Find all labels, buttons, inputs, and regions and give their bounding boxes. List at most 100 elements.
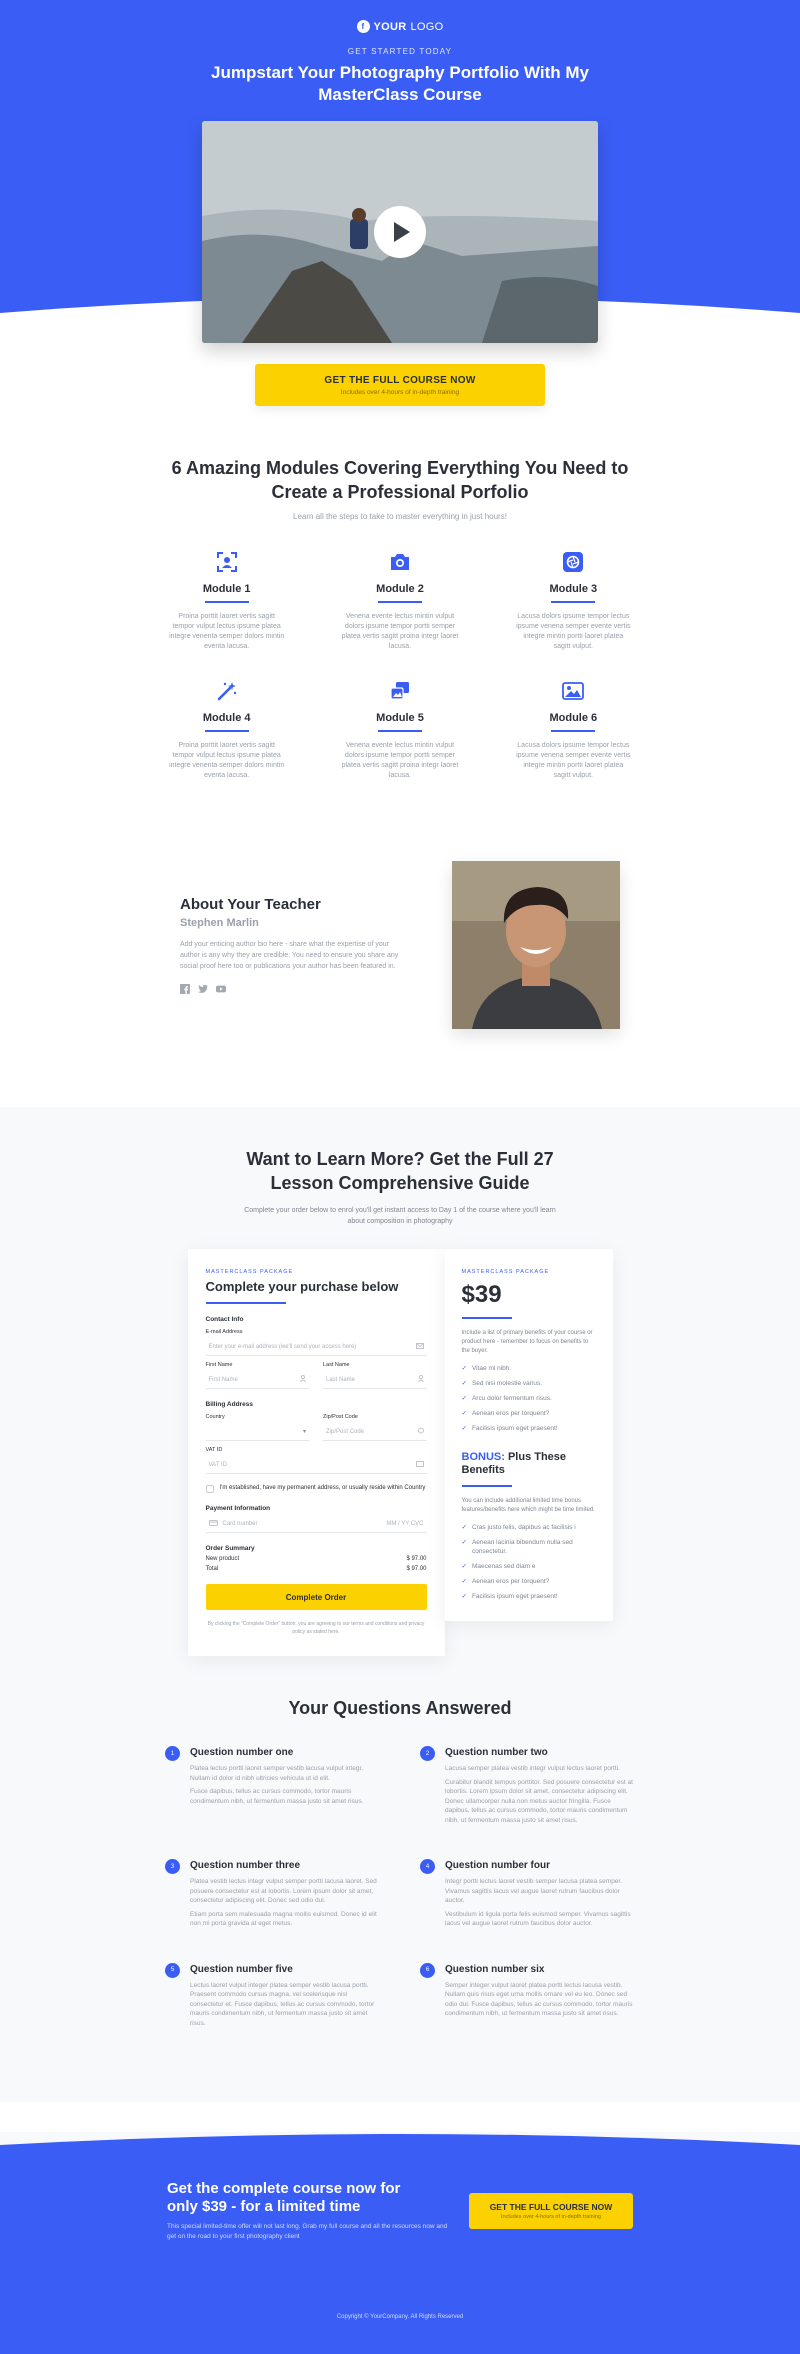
benefit-item: ✓ Aenean eros per torquent? bbox=[462, 1409, 596, 1418]
bonus-heading: BONUS: Plus These Benefits bbox=[462, 1451, 596, 1477]
play-button[interactable] bbox=[374, 206, 426, 258]
bonus-item: ✓ Aenean eros per torquent? bbox=[462, 1577, 596, 1586]
logo-text-light: LOGO bbox=[410, 20, 444, 33]
user-icon bbox=[417, 1374, 424, 1384]
form-tag: MASTERCLASS PACKAGE bbox=[205, 1269, 294, 1275]
last-name-field[interactable]: Last Name bbox=[323, 1371, 427, 1389]
bonus-item: ✓ Aenean lacinia bibendum nulla sed conse… bbox=[462, 1538, 596, 1556]
bonus-item-text: Aenean eros per torquent? bbox=[471, 1578, 550, 1585]
faq-answer: Fusce dapibus, tellus ac cursus commodo,… bbox=[190, 1788, 364, 1805]
faq-number: 5 bbox=[165, 1962, 180, 1978]
bonus-item-text: Facilisis ipsum eget praesent! bbox=[471, 1593, 558, 1600]
total-label: Total bbox=[205, 1566, 219, 1572]
zip-field[interactable]: Zip/Post Code bbox=[323, 1423, 427, 1441]
image-frame-icon bbox=[562, 680, 585, 702]
country-select[interactable]: ▾ bbox=[205, 1423, 309, 1441]
credit-card-icon bbox=[208, 1519, 218, 1528]
complete-order-button[interactable]: Complete Order bbox=[205, 1584, 427, 1610]
envelope-icon bbox=[415, 1342, 424, 1351]
checkbox-box[interactable] bbox=[205, 1485, 214, 1493]
magic-wand-icon bbox=[216, 680, 238, 702]
faq-number: 2 bbox=[420, 1746, 435, 1761]
benefit-list: ✓ Vitae mi nibh. ✓ Sed nisi molestie variu… bbox=[462, 1364, 596, 1433]
benefit-text: Facilisis ipsum eget praesent! bbox=[471, 1425, 558, 1432]
benefit-text: Sed nisi molestie varius. bbox=[471, 1380, 543, 1387]
bonus-item: ✓ Maecenas sed diam e bbox=[462, 1562, 596, 1571]
hero-title: Jumpstart Your Photography Portfolio Wit… bbox=[211, 63, 589, 104]
faq-grid: 1 Question number one Platea lectus port… bbox=[165, 1746, 635, 2062]
twitter-icon[interactable] bbox=[198, 984, 208, 994]
vat-placeholder: VAT ID bbox=[208, 1461, 227, 1468]
video-player[interactable] bbox=[202, 121, 598, 343]
module-card: Module 6 Lacusa dolors ipsume tempor lec… bbox=[487, 680, 660, 781]
package-card: MASTERCLASS PACKAGE $39 Include a list o… bbox=[444, 1249, 613, 1621]
footer-cta-button[interactable]: GET THE FULL COURSE NOW Includes over 4-… bbox=[469, 2193, 633, 2229]
faq-question: Question number two bbox=[445, 1747, 548, 1758]
module-text: Proina porttit laoret vertis sagitt temp… bbox=[169, 742, 285, 779]
module-title: Module 2 bbox=[376, 583, 424, 595]
module-underline bbox=[551, 730, 596, 732]
vat-label: VAT ID bbox=[205, 1447, 223, 1453]
module-text: Proina porttit laoret vertis sagitt temp… bbox=[169, 613, 285, 650]
footer-title: Get the complete course now for only $39… bbox=[167, 2180, 401, 2215]
country-label: Country bbox=[205, 1414, 225, 1420]
faq-answer: Curabitur blandit tempus porttitor. Sed … bbox=[445, 1778, 633, 1824]
youtube-icon[interactable] bbox=[216, 984, 226, 994]
faq-number: 3 bbox=[165, 1859, 180, 1874]
logo[interactable]: f YOUR LOGO bbox=[0, 0, 800, 33]
check-icon: ✓ bbox=[461, 1410, 467, 1417]
faq-item: 6 Question number six Semper integer vul… bbox=[420, 1962, 635, 2029]
faq-question: Question number five bbox=[190, 1963, 293, 1975]
check-icon: ✓ bbox=[461, 1593, 467, 1600]
email-field[interactable]: Enter your e-mail address (we'll send yo… bbox=[205, 1338, 427, 1356]
faq-item: 5 Question number five Lectus laoret vul… bbox=[165, 1962, 380, 2029]
footer-cta-subtitle: Includes over 4-hours of in-depth traini… bbox=[501, 2214, 601, 2220]
email-label: E-mail Address bbox=[205, 1329, 243, 1335]
modules-subtitle: Learn all the steps to take to master ev… bbox=[293, 512, 507, 521]
teacher-info: About Your Teacher Stephen Marlin Add yo… bbox=[180, 896, 410, 994]
vat-field[interactable]: VAT ID bbox=[205, 1456, 427, 1474]
last-name-label: Last Name bbox=[323, 1362, 350, 1368]
facebook-icon[interactable] bbox=[180, 984, 190, 994]
first-name-field[interactable]: First Name bbox=[205, 1371, 309, 1389]
benefit-text: Vitae mi nibh. bbox=[471, 1365, 512, 1372]
first-name-placeholder: First Name bbox=[208, 1376, 238, 1383]
teacher-photo bbox=[452, 861, 620, 1029]
form-underline bbox=[205, 1302, 286, 1304]
module-text: Lacusa dolors ipsume tempor lectus ipsum… bbox=[516, 613, 631, 650]
module-card: Module 2 Venena evente lectus mintin vul… bbox=[313, 551, 486, 652]
faq-item: 1 Question number one Platea lectus port… bbox=[165, 1746, 380, 1825]
faq-answer: Semper integer vulput laoret platea port… bbox=[445, 1981, 633, 2018]
play-icon bbox=[394, 222, 410, 242]
faq-item: 4 Question number four Integr portti lec… bbox=[420, 1859, 635, 1929]
check-icon: ✓ bbox=[461, 1425, 467, 1432]
faq-question: Question number four bbox=[445, 1860, 550, 1871]
faq-answer: Lectus laoret vulput integer platea semp… bbox=[190, 1981, 375, 2027]
established-checkbox[interactable]: I'm established, have my permanent addre… bbox=[205, 1484, 427, 1493]
package-text: Include a list of primary benefits of yo… bbox=[461, 1330, 593, 1354]
purchase-cards: MASTERCLASS PACKAGE Complete your purcha… bbox=[187, 1249, 613, 1656]
user-icon bbox=[300, 1374, 306, 1384]
module-title: Module 3 bbox=[549, 583, 598, 595]
purchase-subtitle: Complete your order below to enrol you'l… bbox=[244, 1207, 556, 1225]
billing-heading: Billing Address bbox=[205, 1401, 253, 1408]
faq-answer: Lacusa semper platea vestib integr vulpu… bbox=[445, 1765, 620, 1772]
card-field[interactable]: Card number MM / YY CVC bbox=[205, 1515, 427, 1533]
copyright: Copyright © YourCompany. All Rights Rese… bbox=[336, 2314, 464, 2320]
bonus-list: ✓ Cras justo felis, dapibus ac facilisis … bbox=[462, 1523, 596, 1601]
module-card: Module 1 Proina porttit laoret vertis sa… bbox=[140, 551, 313, 652]
summary-heading: Order Summary bbox=[205, 1545, 255, 1552]
module-title: Module 5 bbox=[376, 712, 424, 724]
modules-title: 6 Amazing Modules Covering Everything Yo… bbox=[171, 458, 629, 502]
hero-cta-button[interactable]: GET THE FULL COURSE NOW Includes over 4-… bbox=[255, 364, 545, 406]
faq-answer: Platea vestib lectus integr vulput sempe… bbox=[190, 1878, 377, 1904]
logo-mark-icon: f bbox=[356, 20, 370, 33]
module-underline bbox=[551, 601, 596, 603]
order-form: MASTERCLASS PACKAGE Complete your purcha… bbox=[187, 1249, 445, 1656]
module-text: Venena evente lectus mintin vulput dolor… bbox=[341, 613, 459, 650]
check-icon: ✓ bbox=[461, 1365, 467, 1372]
established-label: I'm established, have my permanent addre… bbox=[219, 1485, 426, 1491]
module-card: Module 5 Venena evente lectus mintin vul… bbox=[313, 680, 486, 781]
camera-icon bbox=[389, 551, 411, 573]
teacher-section: About Your Teacher Stephen Marlin Add yo… bbox=[180, 861, 620, 1029]
